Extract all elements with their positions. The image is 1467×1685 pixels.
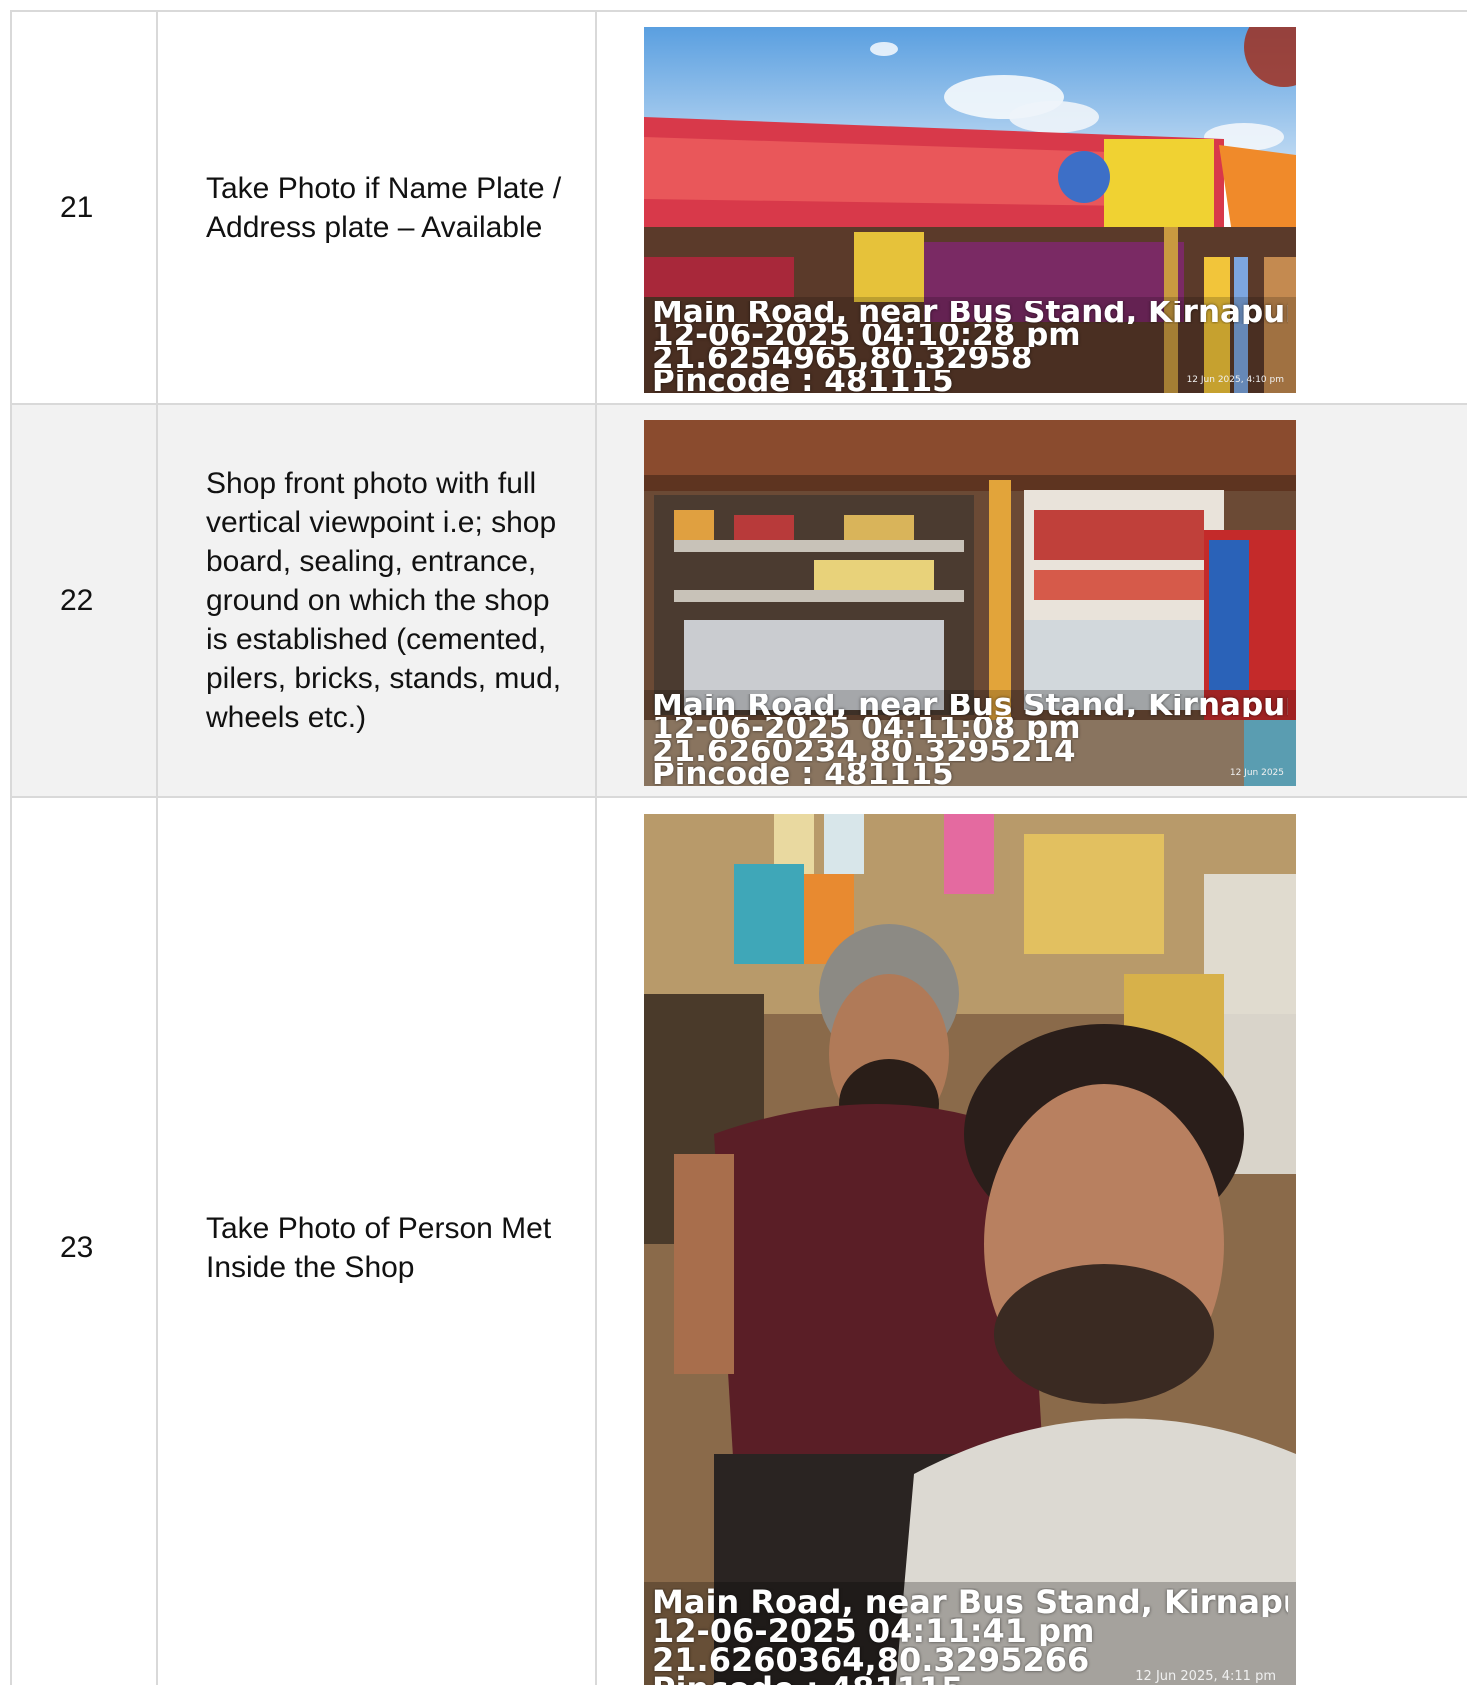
row-number: 23 (10, 796, 158, 1685)
row-number: 21 (10, 10, 158, 405)
person-met-photo: Main Road, near Bus Stand, Kirnapur, ...… (644, 814, 1296, 1685)
shop-front-photo: Main Road, near Bus Stand, Kirnapur, ...… (644, 420, 1296, 786)
table-row: 21 Take Photo if Name Plate / Address pl… (10, 10, 1467, 405)
row-description: Take Photo if Name Plate / Address plate… (156, 10, 597, 405)
stamp-pincode: Pincode : 481115 (652, 763, 954, 786)
stamp-address: Main Road, near Bus Stand, Kirnapur, ... (652, 301, 1288, 324)
person-met-photo-image (644, 814, 1296, 1685)
document-page: 21 Take Photo if Name Plate / Address pl… (0, 0, 1467, 1685)
camera-date: 12 Jun 2025, 4:11 pm (1135, 1669, 1276, 1684)
stamp-address: Main Road, near Bus Stand, Kirnapur, ... (652, 694, 1288, 717)
verification-table: 21 Take Photo if Name Plate / Address pl… (10, 10, 1467, 1685)
photo-cell: Main Road, near Bus Stand, Kirnapur, ...… (595, 403, 1467, 798)
row-description: Take Photo of Person Met Inside the Shop (156, 796, 597, 1685)
stamp-datetime: 12-06-2025 04:10:28 pm (652, 324, 1081, 347)
stamp-datetime: 12-06-2025 04:11:08 pm (652, 717, 1081, 740)
camera-date: 12 Jun 2025 (1229, 768, 1284, 778)
photo-cell: Main Road, near Bus Stand, Kirnapur, ...… (595, 796, 1467, 1685)
name-plate-photo: Main Road, near Bus Stand, Kirnapur, ...… (644, 27, 1296, 393)
row-description: Shop front photo with full vertical view… (156, 403, 597, 798)
stamp-coordinates: 21.6254965,80.32958 (652, 347, 1033, 370)
table-row: 22 Shop front photo with full vertical v… (10, 403, 1467, 798)
stamp-coordinates: 21.6260234,80.3295214 (652, 740, 1076, 763)
stamp-datetime: 12-06-2025 04:11:41 pm (652, 1617, 1095, 1646)
photo-cell: Main Road, near Bus Stand, Kirnapur, ...… (595, 10, 1467, 405)
table-row: 23 Take Photo of Person Met Inside the S… (10, 796, 1467, 1685)
row-number: 22 (10, 403, 158, 798)
stamp-address: Main Road, near Bus Stand, Kirnapur, ... (652, 1588, 1288, 1617)
camera-date: 12 Jun 2025, 4:10 pm (1186, 375, 1284, 385)
geo-stamp: Main Road, near Bus Stand, Kirnapur, ...… (644, 690, 1296, 786)
